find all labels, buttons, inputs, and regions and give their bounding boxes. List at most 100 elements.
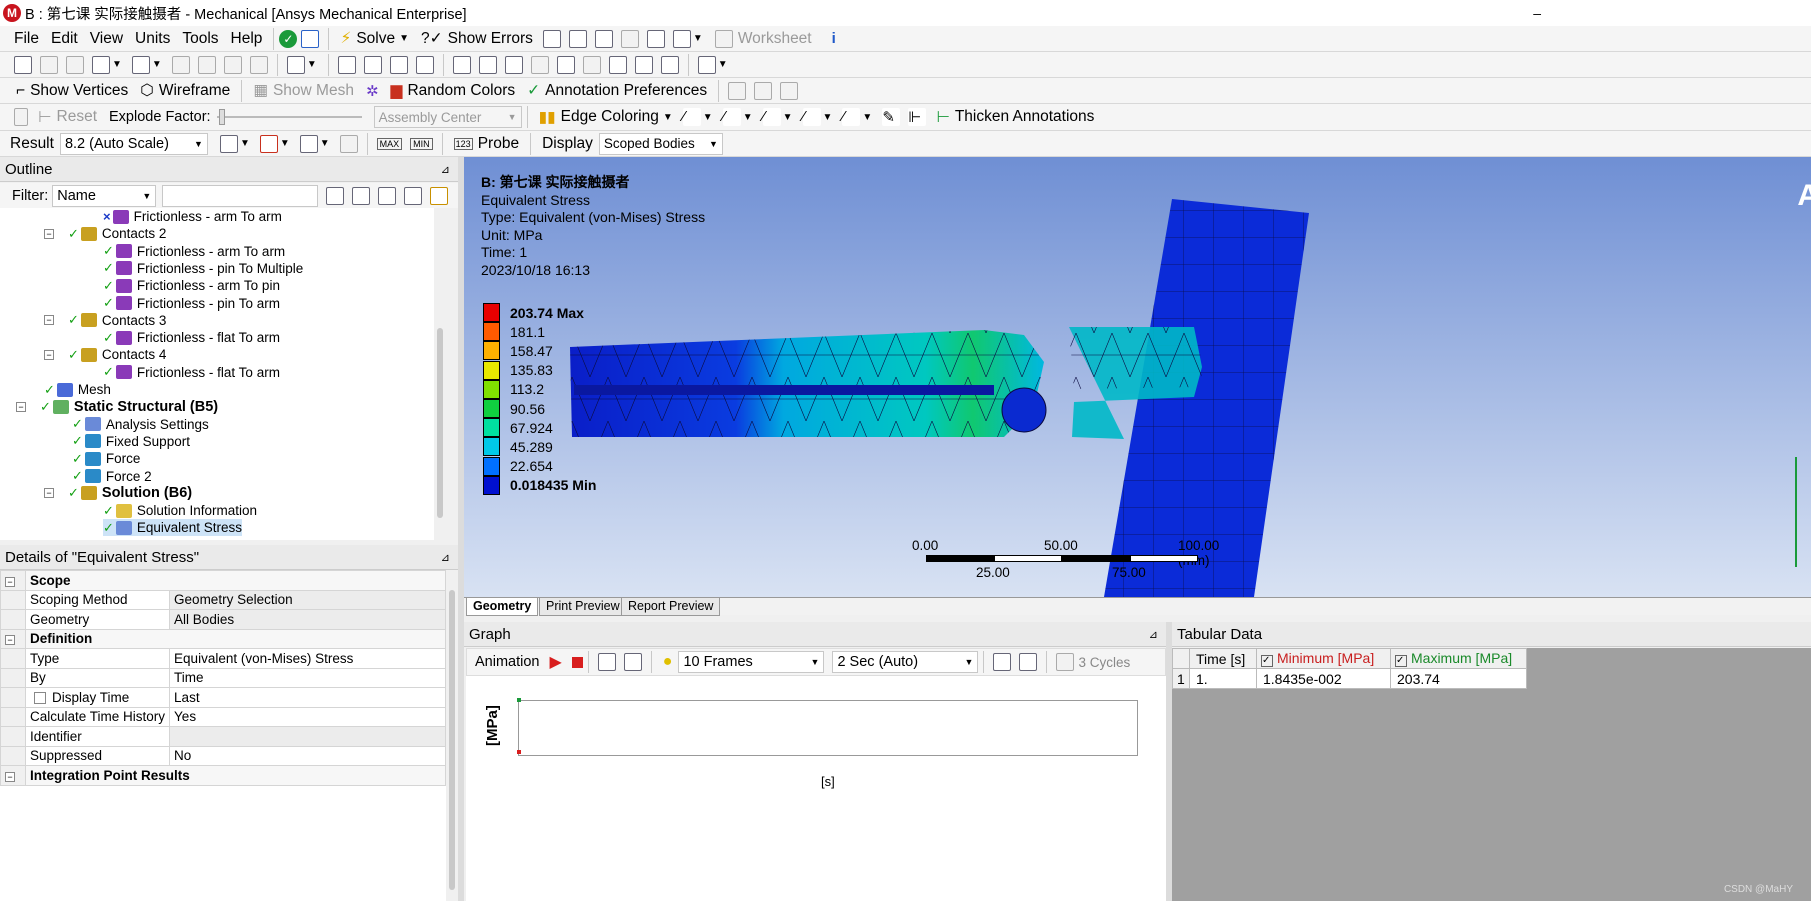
tree-node[interactable]: ✓ Frictionless - flat To arm bbox=[103, 329, 280, 346]
axis-icon[interactable] bbox=[728, 81, 747, 100]
pin-panel-icon[interactable]: ⊿ bbox=[441, 163, 450, 176]
details-scrollbar[interactable] bbox=[446, 570, 458, 901]
vertex-select-icon[interactable] bbox=[171, 55, 190, 74]
show-errors-button[interactable]: ?✓ Show Errors bbox=[415, 26, 539, 51]
thicken-annotations-button[interactable]: ⊢ Thicken Annotations bbox=[930, 104, 1100, 130]
cycles-icon[interactable] bbox=[1056, 653, 1075, 671]
triad-icon[interactable] bbox=[1795, 457, 1811, 567]
tree-node[interactable]: ✓ Equivalent Stress bbox=[103, 519, 242, 537]
assembly-center-select[interactable]: Assembly Center ▼ bbox=[373, 106, 522, 128]
collapse-icon[interactable]: − bbox=[16, 401, 26, 412]
select-mode-dropdown-icon[interactable]: ▼ bbox=[112, 59, 122, 70]
edge-style-1-icon[interactable]: ⁄ bbox=[722, 108, 741, 126]
stop-icon[interactable] bbox=[571, 656, 583, 668]
details-row[interactable]: Identifier bbox=[0, 726, 446, 747]
edge-select-icon[interactable] bbox=[197, 55, 216, 74]
select-point-icon[interactable] bbox=[40, 55, 58, 74]
bracket-icon[interactable]: ⊩ bbox=[908, 108, 927, 126]
graphics-viewport[interactable]: B: 第七课 实际接触摄者 Equivalent Stress Type: Equi… bbox=[464, 157, 1811, 597]
magnifier-window-icon[interactable] bbox=[530, 55, 549, 74]
tree-node[interactable]: ✓ Solution Information bbox=[103, 502, 257, 519]
random-colors-button[interactable]: ▆ Random Colors bbox=[385, 78, 522, 103]
viewport-layout-dropdown-icon[interactable]: ▼ bbox=[718, 59, 728, 70]
cursor-icon[interactable] bbox=[131, 55, 150, 74]
collapse-icon[interactable]: − bbox=[44, 228, 54, 239]
details-value[interactable]: Last bbox=[169, 687, 446, 708]
show-vertices-button[interactable]: ⌐ Show Vertices bbox=[10, 78, 134, 103]
cell-maximum[interactable]: 203.74 bbox=[1390, 668, 1527, 689]
cube-icon[interactable] bbox=[286, 55, 305, 74]
col-minimum[interactable]: ✓ Minimum [MPa] bbox=[1256, 648, 1391, 669]
edge-style-dropdown-icon[interactable]: ▼ bbox=[703, 112, 713, 123]
image-icon[interactable] bbox=[672, 29, 691, 48]
tree-node[interactable]: ✓ Frictionless - arm To arm bbox=[103, 243, 285, 260]
tab-print-preview[interactable]: Print Preview bbox=[539, 598, 627, 616]
edge-coloring-dropdown-icon[interactable]: ▼ bbox=[663, 112, 673, 123]
collapse-icon[interactable]: − bbox=[5, 576, 15, 587]
details-row[interactable]: Geometry All Bodies bbox=[0, 609, 446, 630]
tree-node[interactable]: ✓ Force 2 bbox=[72, 468, 152, 485]
rotate-icon[interactable] bbox=[337, 55, 356, 74]
col-time[interactable]: Time [s] bbox=[1189, 648, 1257, 669]
minimize-button[interactable]: – bbox=[1533, 5, 1541, 21]
details-row[interactable]: Suppressed No bbox=[0, 745, 446, 766]
expand-filter-icon[interactable] bbox=[378, 186, 397, 205]
details-value[interactable]: No bbox=[169, 745, 446, 766]
info-icon[interactable]: i bbox=[832, 30, 836, 47]
tab-geometry[interactable]: Geometry bbox=[466, 598, 539, 616]
explode-slider[interactable] bbox=[216, 108, 362, 126]
annotation-preferences-button[interactable]: ✓ Annotation Preferences bbox=[521, 78, 713, 103]
pin-details-icon[interactable]: ⊿ bbox=[441, 551, 450, 564]
pin-graph-icon[interactable]: ⊿ bbox=[1149, 628, 1158, 641]
details-scroll-thumb[interactable] bbox=[449, 590, 455, 890]
pin-icon[interactable]: ✎ bbox=[882, 108, 901, 126]
zoom-fit-icon[interactable] bbox=[452, 55, 471, 74]
collapse-icon[interactable]: − bbox=[44, 349, 54, 360]
graph-plot[interactable] bbox=[518, 700, 1138, 756]
lightbulb-icon[interactable]: ● bbox=[663, 653, 673, 671]
image-dropdown-icon[interactable]: ▼ bbox=[693, 33, 703, 44]
tree-node[interactable]: ✓ Analysis Settings bbox=[72, 416, 209, 433]
tree-node[interactable]: ✓ Force bbox=[72, 450, 140, 467]
abc-icon[interactable] bbox=[568, 29, 587, 48]
arm-body[interactable] bbox=[570, 327, 1202, 439]
menu-help[interactable]: Help bbox=[225, 26, 269, 51]
tree-node[interactable]: ✓ Fixed Support bbox=[72, 433, 190, 450]
maximum-checkbox[interactable]: ✓ bbox=[1395, 655, 1407, 667]
refresh-icon[interactable] bbox=[326, 186, 345, 205]
frames-select[interactable]: 10 Frames ▼ bbox=[678, 651, 825, 673]
geometry-display-icon[interactable] bbox=[219, 134, 238, 153]
details-section[interactable]: − Scope bbox=[0, 570, 446, 591]
select-mode-icon[interactable] bbox=[92, 55, 110, 74]
details-row[interactable]: Scoping Method Geometry Selection bbox=[0, 589, 446, 610]
geometry-display-dropdown-icon[interactable]: ▼ bbox=[240, 138, 250, 149]
menu-units[interactable]: Units bbox=[129, 26, 176, 51]
contour-dropdown-icon[interactable]: ▼ bbox=[280, 138, 290, 149]
display-select[interactable]: Scoped Bodies ▼ bbox=[598, 132, 723, 155]
details-value[interactable]: All Bodies bbox=[169, 609, 446, 630]
duration-select[interactable]: 2 Sec (Auto) ▼ bbox=[832, 651, 979, 673]
solve-button[interactable]: ⚡ Solve bbox=[334, 26, 401, 51]
box-zoom-icon[interactable] bbox=[415, 55, 434, 74]
tag-icon[interactable] bbox=[660, 55, 679, 74]
details-value[interactable]: Time bbox=[169, 667, 446, 688]
zoom-graph-icon[interactable] bbox=[1019, 653, 1038, 671]
collapse-icon[interactable]: − bbox=[5, 635, 15, 646]
folder-icon[interactable] bbox=[430, 186, 449, 205]
slider-thumb[interactable] bbox=[218, 109, 225, 125]
tree-node[interactable]: ✓ Mesh bbox=[44, 381, 111, 398]
graph-area[interactable]: [MPa] [s] bbox=[466, 676, 1166, 901]
table-icon[interactable] bbox=[542, 29, 561, 48]
details-row[interactable]: Calculate Time History Yes bbox=[0, 706, 446, 727]
tree-node[interactable]: − ✓ Contacts 3 bbox=[44, 312, 166, 329]
worksheet-button[interactable]: Worksheet bbox=[709, 26, 818, 51]
axis-3-icon[interactable] bbox=[780, 81, 799, 100]
filter-type-select[interactable]: Name ▼ bbox=[52, 184, 157, 207]
edge-style-3-icon[interactable]: ⁄ bbox=[802, 108, 821, 126]
frames-2-icon[interactable] bbox=[623, 653, 642, 671]
cell-time[interactable]: 1. bbox=[1189, 668, 1257, 689]
display-time-checkbox[interactable] bbox=[34, 692, 46, 705]
min-icon[interactable]: MIN bbox=[410, 137, 433, 150]
table-row[interactable]: 1 1. 1.8435e-002 203.74 bbox=[1172, 668, 1527, 689]
cell-minimum[interactable]: 1.8435e-002 bbox=[1256, 668, 1391, 689]
